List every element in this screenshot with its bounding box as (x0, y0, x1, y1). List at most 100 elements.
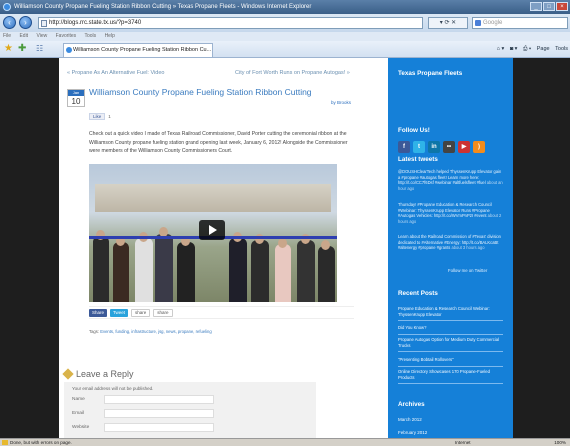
title-bar: Williamson County Propane Fueling Statio… (0, 0, 570, 14)
tab-list-icon[interactable]: ☷ (36, 44, 46, 54)
prev-post-link[interactable]: « Propane As An Alternative Fuel: Video (67, 70, 164, 76)
search-placeholder: Google (483, 20, 503, 26)
photo-person (251, 240, 269, 302)
page-menu[interactable]: Page (537, 46, 550, 52)
follow-heading: Follow Us! (398, 127, 430, 134)
photo-person (229, 238, 247, 302)
favorites-bar: ★ ✚ ☷ Williamson County Propane Fueling … (0, 41, 570, 58)
photo-person (275, 244, 291, 302)
linkedin-icon[interactable]: in (428, 141, 440, 153)
maximize-button[interactable]: □ (543, 2, 555, 11)
print-icon[interactable]: ⎙ ▾ (523, 46, 531, 52)
photo-person (135, 238, 153, 302)
flickr-icon[interactable]: •• (443, 141, 455, 153)
recent-post-link[interactable]: Online Directory Showcases 170 Propane-F… (398, 369, 503, 385)
archives-heading: Archives (398, 401, 425, 408)
window-title: Williamson County Propane Fueling Statio… (14, 4, 312, 10)
warning-icon[interactable] (2, 440, 8, 445)
status-bar: Done, but with errors on page. Internet … (0, 438, 570, 446)
tweets-heading: Latest tweets (398, 156, 438, 163)
facebook-like: Like 1 (89, 112, 111, 120)
menu-tools[interactable]: Tools (84, 33, 96, 39)
photo-person (297, 240, 315, 302)
tweet-item[interactable]: @DOUSHClearTech helped ThyssenKrupp Elev… (398, 169, 503, 191)
email-field[interactable] (104, 409, 214, 418)
google-share-button[interactable]: share (153, 308, 173, 317)
recent-post-link[interactable]: "Presenting Bobtail Rollovers" (398, 357, 503, 367)
zoom-level[interactable]: 100% (554, 439, 566, 446)
like-count: 1 (108, 113, 111, 119)
rss-icon[interactable]: ) (473, 141, 485, 153)
tab-current[interactable]: Williamson County Propane Fueling Statio… (63, 43, 213, 57)
menu-view[interactable]: View (36, 33, 47, 39)
tweet-item[interactable]: Learn about the Railroad Commission of #… (398, 234, 503, 251)
facebook-icon[interactable]: f (398, 141, 410, 153)
main-content: « Propane As An Alternative Fuel: Video … (59, 58, 388, 438)
follow-twitter-link[interactable]: Follow me on Twitter (448, 268, 487, 273)
google-icon (475, 20, 481, 26)
photo-head (278, 238, 287, 248)
url-field[interactable]: http://blogs.rrc.state.tx.us/?p=3740 (38, 17, 423, 29)
photo-person (113, 242, 129, 302)
tweet-time: about 3 hours ago (451, 245, 485, 251)
pencil-icon (62, 368, 74, 380)
tags-list[interactable]: Events, funding, infrastructure, jsg, ne… (100, 329, 212, 334)
name-label: Name (72, 397, 85, 402)
photo-head (321, 240, 330, 250)
recent-post-link[interactable]: Propane Autogas Option for Medium Duty C… (398, 337, 503, 353)
website-label: Website (72, 425, 90, 430)
archive-link[interactable]: March 2012 (398, 417, 422, 422)
reply-note: Your email address will not be published… (72, 386, 154, 391)
feeds-icon[interactable]: ◙ ▾ (510, 46, 518, 52)
refresh-stop-buttons[interactable]: ▾ ⟳ ✕ (428, 17, 468, 29)
website-field[interactable] (104, 423, 214, 432)
youtube-icon[interactable]: ▶ (458, 141, 470, 153)
search-input[interactable]: Google (472, 17, 568, 29)
menu-favorites[interactable]: Favorites (56, 33, 77, 39)
recent-post-link[interactable]: Propane Education & Research Council Web… (398, 306, 503, 322)
tweet-button[interactable]: Tweet (110, 308, 129, 317)
tab-ie-icon (66, 47, 72, 53)
tweet-text: Learn about the Railroad Commission of #… (398, 234, 501, 251)
video-thumbnail[interactable] (89, 164, 337, 302)
tools-menu[interactable]: Tools (555, 46, 568, 52)
home-icon[interactable]: ⌂ ▾ (497, 46, 505, 52)
menu-help[interactable]: Help (105, 33, 115, 39)
browser-window: Williamson County Propane Fueling Statio… (0, 0, 570, 446)
photo-building (95, 184, 331, 212)
browser-viewport: « Propane As An Alternative Fuel: Video … (0, 58, 570, 438)
archive-link[interactable]: February 2012 (398, 430, 427, 435)
play-icon[interactable] (199, 220, 225, 240)
post-title[interactable]: Williamson County Propane Fueling Statio… (89, 87, 312, 97)
name-field[interactable] (104, 395, 214, 404)
like-button[interactable]: Like (89, 112, 106, 120)
next-post-link[interactable]: City of Fort Worth Runs on Propane Autog… (235, 70, 350, 76)
add-favorites-icon[interactable]: ✚ (18, 44, 28, 54)
site-title[interactable]: Texas Propane Fleets (398, 70, 462, 77)
post-date-day: 10 (71, 97, 81, 106)
command-bar: ⌂ ▾ ◙ ▾ ⎙ ▾ Page Tools (493, 44, 568, 55)
share-bar: Share Tweet share share (89, 306, 354, 319)
forward-button[interactable]: › (19, 16, 32, 29)
back-button[interactable]: ‹ (3, 16, 16, 29)
security-zone: Internet (455, 440, 471, 445)
twitter-icon[interactable]: t (413, 141, 425, 153)
blog-page: « Propane As An Alternative Fuel: Video … (59, 58, 513, 438)
email-label: Email (72, 411, 84, 416)
status-text: Done, but with errors on page. (10, 440, 72, 445)
close-button[interactable]: × (556, 2, 568, 11)
social-icons: f t in •• ▶ ) (398, 141, 498, 153)
tweet-item[interactable]: Thursday! #Propane Education & Research … (398, 202, 503, 224)
favorites-star-icon[interactable]: ★ (4, 44, 14, 54)
menu-file[interactable]: File (3, 33, 11, 39)
url-text: http://blogs.rrc.state.tx.us/?p=3740 (49, 20, 142, 26)
linkedin-share-button[interactable]: share (131, 308, 151, 317)
minimize-button[interactable]: _ (530, 2, 542, 11)
recent-post-link[interactable]: Did You Know? (398, 325, 503, 335)
post-date: Jan 10 (67, 89, 85, 107)
page-icon (41, 20, 47, 27)
post-byline[interactable]: by Brooks (331, 100, 351, 105)
menu-edit[interactable]: Edit (19, 33, 28, 39)
facebook-share-button[interactable]: Share (89, 308, 108, 317)
post-tags: Tags: Events, funding, infrastructure, j… (89, 329, 219, 335)
